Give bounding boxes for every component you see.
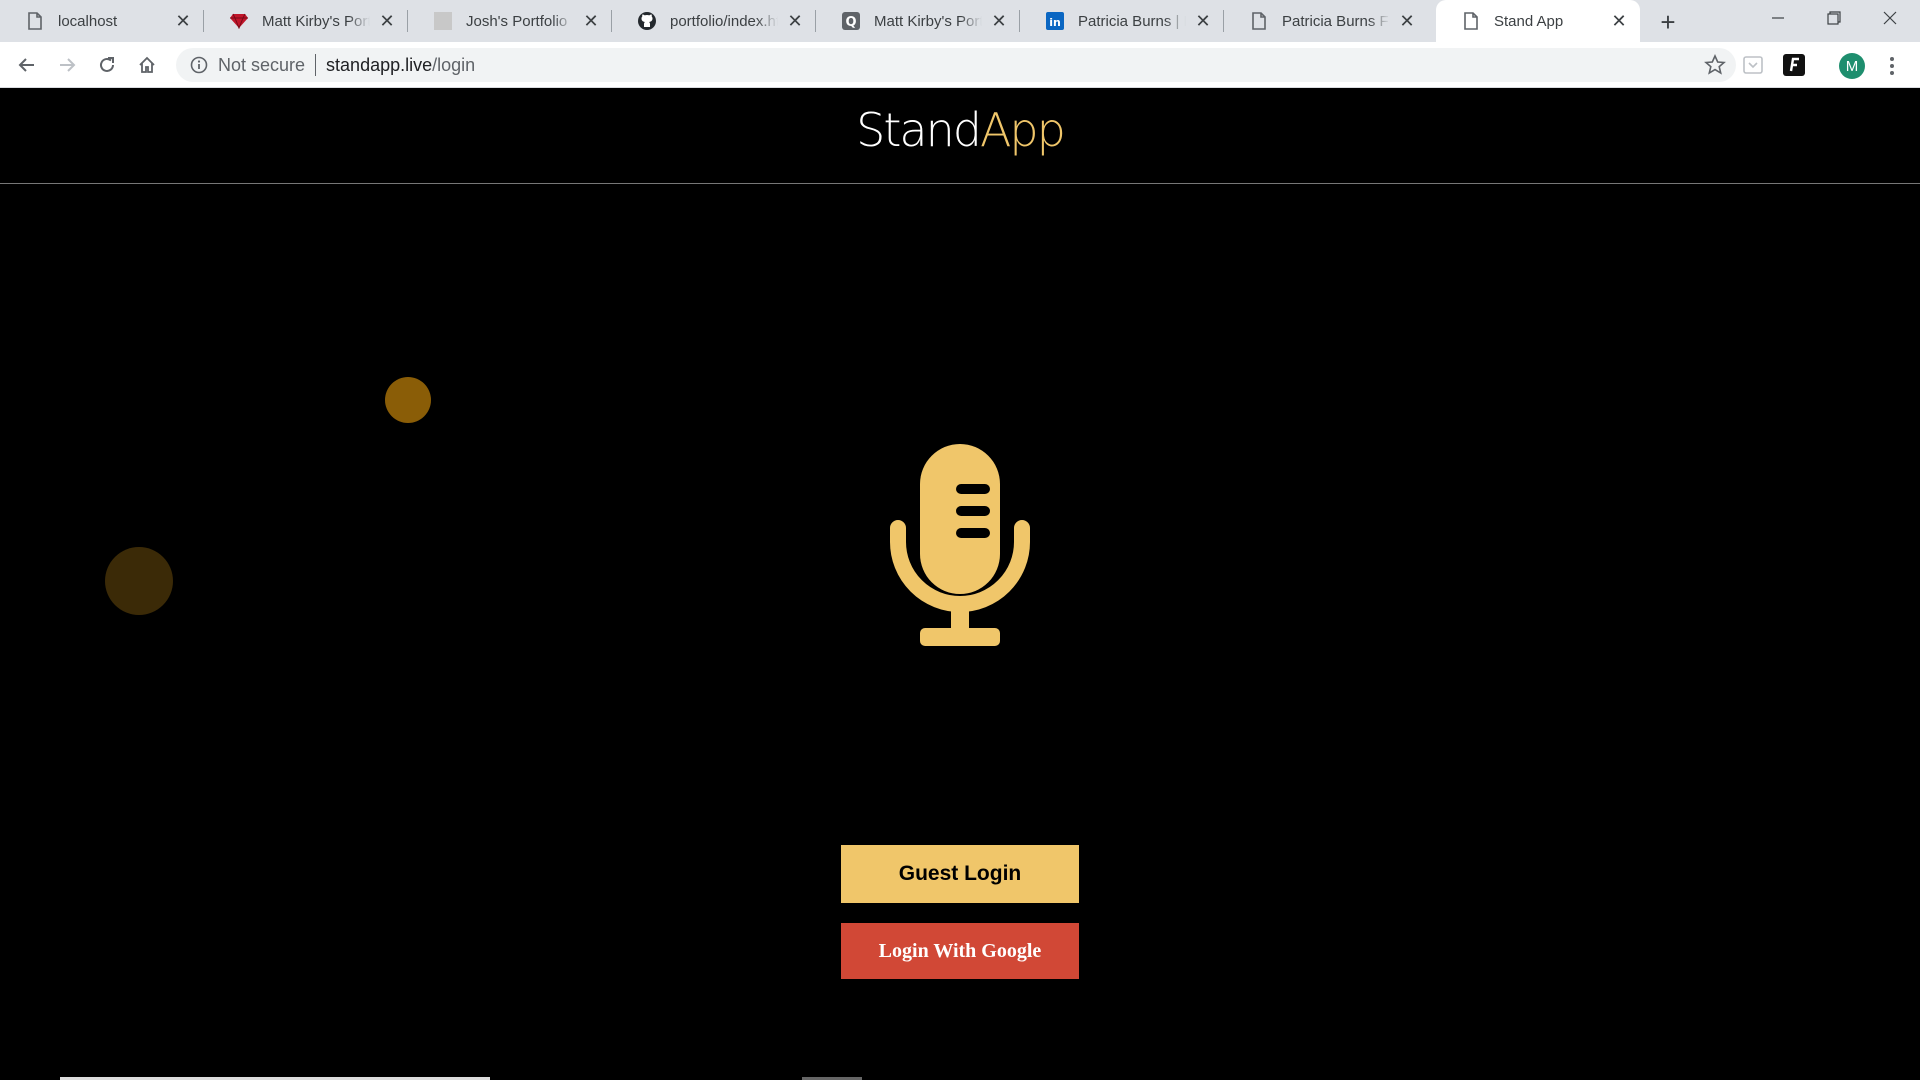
tab-linkedin[interactable]: in Patricia Burns | LinkedIn ✕: [1020, 0, 1224, 42]
url-path: /login: [432, 54, 476, 75]
close-icon[interactable]: ✕: [1398, 11, 1416, 31]
tab-title: Patricia Burns Front: [1282, 12, 1390, 30]
reload-icon[interactable]: [91, 49, 123, 81]
restore-icon[interactable]: [1806, 0, 1862, 36]
tab-title: portfolio/index.html: [670, 12, 778, 30]
back-icon[interactable]: [11, 49, 43, 81]
page-icon: [26, 12, 44, 30]
decorative-dot: [105, 547, 173, 615]
github-icon: [638, 12, 656, 30]
new-tab-button[interactable]: +: [1652, 6, 1684, 38]
close-icon[interactable]: ✕: [990, 11, 1008, 31]
google-login-button[interactable]: Login With Google: [841, 923, 1079, 979]
tab-title: Stand App: [1494, 12, 1564, 30]
tab-title: Patricia Burns | LinkedIn: [1078, 12, 1186, 30]
tab-title: Matt Kirby's Portfolio: [874, 12, 982, 30]
tab-title: localhost: [58, 12, 118, 30]
app-header: StandApp: [0, 89, 1920, 184]
linkedin-icon: in: [1046, 12, 1064, 30]
ruby-gem-icon: [230, 12, 248, 30]
url-host: standapp.live: [326, 54, 433, 75]
extension-pocket-icon[interactable]: [1742, 54, 1764, 76]
page-content: StandApp Guest Login Login With Google: [0, 89, 1920, 1080]
forward-icon[interactable]: [51, 49, 83, 81]
blank-square-icon: [434, 12, 452, 30]
logo-q-icon: Q: [842, 12, 860, 30]
app-logo[interactable]: StandApp: [0, 103, 1920, 157]
home-icon[interactable]: [131, 49, 163, 81]
tab-localhost[interactable]: localhost ✕: [0, 0, 204, 42]
close-icon[interactable]: ✕: [582, 11, 600, 31]
logo-part-app: App: [979, 103, 1066, 157]
close-icon[interactable]: ✕: [378, 11, 396, 31]
menu-dots-icon[interactable]: [1880, 52, 1904, 80]
guest-login-button[interactable]: Guest Login: [841, 845, 1079, 903]
tab-josh-portfolio[interactable]: Josh's Portfolio ✕: [408, 0, 612, 42]
tab-stand-app[interactable]: Stand App ✕: [1436, 0, 1640, 42]
microphone-icon: [890, 444, 1030, 646]
svg-text:in: in: [1049, 16, 1061, 29]
svg-text:Q: Q: [845, 15, 856, 30]
logo-part-stand: Stand: [856, 103, 982, 157]
minimize-icon[interactable]: [1750, 0, 1806, 36]
tab-title: Josh's Portfolio: [466, 12, 568, 30]
tab-title: Matt Kirby's Portfolio: [262, 12, 370, 30]
close-icon[interactable]: ✕: [1194, 11, 1212, 31]
address-bar[interactable]: Not secure standapp.live/login: [176, 48, 1736, 82]
tab-matt-kirby-portfolio-2[interactable]: Q Matt Kirby's Portfolio ✕: [816, 0, 1020, 42]
address-divider: [315, 54, 317, 76]
avatar[interactable]: M: [1839, 53, 1865, 79]
info-icon[interactable]: [190, 56, 208, 74]
tab-github-portfolio[interactable]: portfolio/index.html ✕: [612, 0, 816, 42]
bookmark-star-icon[interactable]: [1704, 54, 1726, 76]
tab-matt-kirby-portfolio[interactable]: Matt Kirby's Portfolio ✕: [204, 0, 408, 42]
browser-toolbar: Not secure standapp.live/login: [0, 42, 1920, 88]
tab-patricia-burns-front[interactable]: Patricia Burns Front ✕: [1224, 0, 1428, 42]
extension-f-icon[interactable]: [1783, 54, 1805, 76]
close-icon[interactable]: ✕: [786, 11, 804, 31]
close-icon[interactable]: ✕: [1610, 11, 1628, 31]
window-close-icon[interactable]: [1862, 0, 1918, 36]
tab-strip: localhost ✕ Matt Kirby's Portfolio ✕ Jos…: [0, 0, 1920, 42]
page-icon: [1462, 12, 1480, 30]
decorative-dot: [385, 377, 431, 423]
close-icon[interactable]: ✕: [174, 11, 192, 31]
page-icon: [1250, 12, 1268, 30]
security-label: Not secure: [218, 54, 306, 75]
